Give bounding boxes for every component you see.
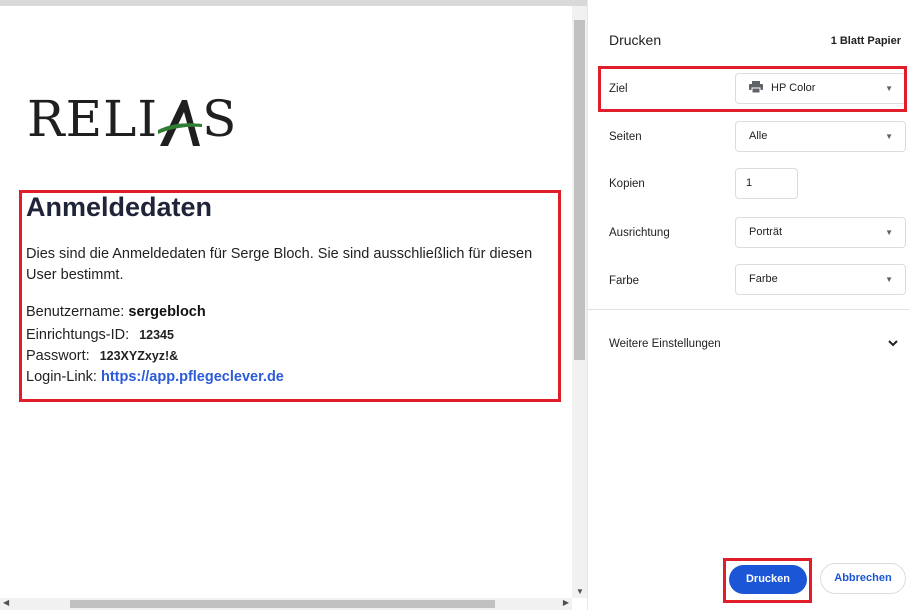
scroll-left-arrow-icon[interactable]: ◀ bbox=[3, 598, 9, 607]
chevron-down-icon: ▼ bbox=[885, 228, 893, 237]
preview-vertical-scrollbar[interactable]: ▼ bbox=[572, 6, 587, 598]
pages-select[interactable]: Alle ▼ bbox=[735, 121, 906, 152]
facility-line: Einrichtungs-ID: 12345 bbox=[26, 325, 174, 346]
chevron-down-icon: ▼ bbox=[885, 132, 893, 141]
destination-highlight-box bbox=[598, 66, 907, 112]
facility-value: 12345 bbox=[139, 328, 174, 342]
logo-a-mark-icon bbox=[158, 96, 203, 148]
username-label: Benutzername: bbox=[26, 304, 125, 320]
print-button-highlight-box bbox=[723, 558, 812, 603]
orientation-value: Porträt bbox=[749, 226, 783, 238]
color-label: Farbe bbox=[609, 275, 640, 287]
login-link[interactable]: https://app.pflegeclever.de bbox=[101, 369, 284, 385]
chevron-down-icon: ▼ bbox=[885, 275, 893, 284]
username-line: Benutzername: sergebloch bbox=[26, 302, 206, 323]
password-line: Passwort: 123XYZxyz!& bbox=[26, 346, 178, 367]
copies-input[interactable]: 1 bbox=[735, 168, 798, 199]
scroll-right-arrow-icon[interactable]: ▶ bbox=[563, 598, 569, 607]
pages-value: Alle bbox=[749, 130, 768, 142]
horizontal-scroll-thumb[interactable] bbox=[70, 600, 495, 608]
color-select[interactable]: Farbe ▼ bbox=[735, 264, 906, 295]
document-intro: Dies sind die Anmeldedaten für Serge Blo… bbox=[26, 246, 533, 283]
relias-logo: RELI S bbox=[27, 90, 238, 148]
expand-chevron-icon[interactable] bbox=[887, 336, 899, 348]
username-value: sergebloch bbox=[128, 304, 206, 320]
orientation-label: Ausrichtung bbox=[609, 227, 670, 239]
scroll-down-arrow-icon[interactable]: ▼ bbox=[576, 587, 584, 596]
color-value: Farbe bbox=[749, 273, 778, 285]
section-divider bbox=[588, 309, 909, 310]
vertical-scroll-thumb[interactable] bbox=[574, 20, 585, 360]
orientation-select[interactable]: Porträt ▼ bbox=[735, 217, 906, 248]
login-line: Login-Link: https://app.pflegeclever.de bbox=[26, 367, 284, 388]
pages-label: Seiten bbox=[609, 131, 642, 143]
facility-label: Einrichtungs-ID: bbox=[26, 327, 130, 343]
login-label: Login-Link: bbox=[26, 369, 97, 385]
print-dialog: RELI S Anmeldedaten Dies sind die Anmeld… bbox=[0, 0, 909, 610]
sheet-count: 1 Blatt Papier bbox=[830, 35, 901, 47]
document-title: Anmeldedaten bbox=[26, 192, 213, 222]
password-value: 123XYZxyz!& bbox=[99, 349, 179, 363]
more-settings-toggle[interactable]: Weitere Einstellungen bbox=[609, 338, 721, 350]
copies-label: Kopien bbox=[609, 178, 645, 190]
password-label: Passwort: bbox=[26, 348, 90, 364]
preview-horizontal-scrollbar[interactable]: ◀ ▶ bbox=[0, 598, 572, 610]
panel-title: Drucken bbox=[609, 32, 662, 48]
cancel-button[interactable]: Abbrechen bbox=[820, 563, 906, 594]
